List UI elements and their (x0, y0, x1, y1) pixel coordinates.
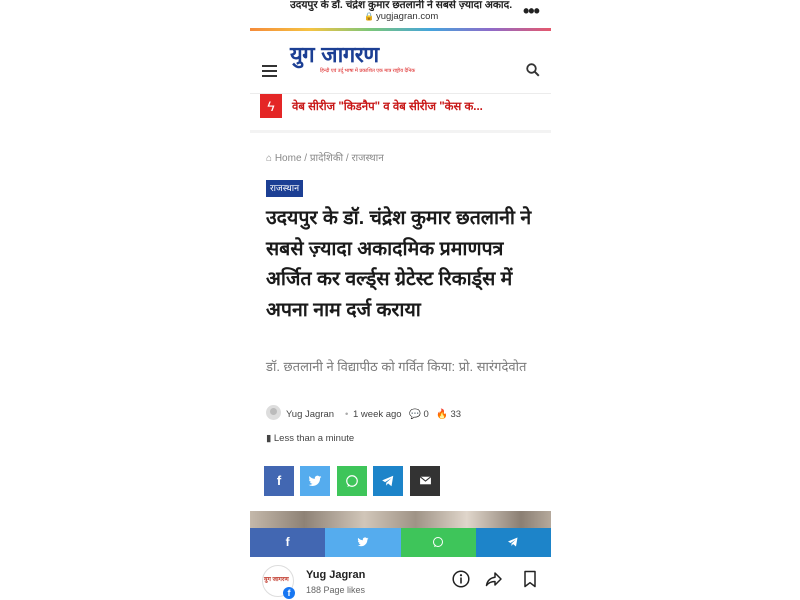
comments-number: 0 (423, 409, 429, 420)
breadcrumb-home[interactable]: Home (275, 153, 302, 164)
author-name[interactable]: Yug Jagran (286, 409, 334, 420)
page-name[interactable]: Yug Jagran (306, 569, 365, 581)
sticky-telegram-button[interactable] (475, 528, 551, 557)
phone-screen: ✕ उदयपुर के डॉ. चंद्रेश कुमार छतलानी ने … (250, 0, 551, 600)
more-options-icon[interactable]: ••• (523, 1, 540, 22)
fire-icon: 🔥 (436, 409, 448, 420)
article-meta: Yug Jagran • 1 week ago 💬 0 🔥 33 (266, 405, 546, 423)
telegram-share-button[interactable] (373, 466, 403, 496)
read-time: ▮ Less than a minute (266, 433, 354, 444)
logo-tagline: हिन्दी एवं उर्दू भाषा में प्रकाशित एक मा… (320, 68, 416, 74)
whatsapp-icon (346, 475, 358, 487)
breadcrumb-section[interactable]: प्रादेशिकी (310, 153, 343, 164)
logo-text: युग जागरण (290, 42, 379, 68)
publish-time: 1 week ago (353, 409, 402, 420)
telegram-icon (508, 537, 518, 547)
twitter-share-button[interactable] (300, 466, 330, 496)
site-header: युग जागरण हिन्दी एवं उर्दू भाषा में प्रक… (250, 36, 551, 92)
menu-icon[interactable] (262, 65, 277, 80)
breadcrumb: ⌂ Home / प्रादेशिकी / राजस्थान (266, 150, 384, 164)
lock-icon: 🔒 (364, 12, 374, 21)
read-time-text: Less than a minute (273, 433, 355, 444)
telegram-icon (382, 475, 394, 487)
breadcrumb-separator: / (345, 153, 349, 164)
whatsapp-icon (433, 537, 444, 547)
views-number: 33 (450, 409, 462, 420)
browser-bar: ✕ उदयपुर के डॉ. चंद्रेश कुमार छतलानी ने … (250, 0, 551, 28)
browser-url: 🔒 yugjagran.com (364, 11, 438, 22)
site-logo[interactable]: युग जागरण हिन्दी एवं उर्दू भाषा में प्रक… (290, 42, 416, 74)
sticky-twitter-button[interactable] (325, 528, 401, 557)
sticky-whatsapp-button[interactable] (400, 528, 476, 557)
breaking-news-text[interactable]: वेब सीरीज "किडनैप" व वेब सीरीज "केस क... (292, 99, 483, 114)
category-badge[interactable]: राजस्थान (266, 180, 304, 197)
article-title: उदयपुर के डॉ. चंद्रेश कुमार छतलानी ने सब… (266, 207, 532, 321)
breaking-news-ticker[interactable]: ϟ वेब सीरीज "किडनैप" व वेब सीरीज "केस क.… (260, 93, 541, 119)
envelope-icon (419, 476, 431, 485)
whatsapp-share-button[interactable] (337, 466, 367, 496)
colored-divider (250, 28, 551, 31)
page-likes: 188 Page likes (306, 585, 366, 595)
email-share-button[interactable] (410, 466, 440, 496)
lightning-icon: ϟ (260, 94, 282, 118)
save-bookmark-icon[interactable] (521, 570, 539, 588)
facebook-badge-icon: f (283, 587, 295, 599)
comment-icon: 💬 (409, 409, 421, 420)
breadcrumb-current: राजस्थान (351, 153, 384, 164)
share-icon[interactable] (485, 570, 503, 588)
views-count: 🔥 33 (436, 409, 461, 420)
facebook-icon: f (285, 535, 290, 549)
breadcrumb-separator: / (304, 153, 308, 164)
comments-count[interactable]: 💬 0 (409, 409, 429, 420)
sticky-share-bar: f (250, 528, 551, 557)
facebook-icon: f (276, 473, 282, 488)
bookmark-icon: ▮ (266, 433, 272, 444)
sticky-facebook-button[interactable]: f (250, 528, 326, 557)
article-subtitle: डॉ. छतलानी ने विद्यापीठ को गर्वित किया: … (266, 359, 527, 374)
article-image (250, 511, 551, 529)
search-icon[interactable] (526, 63, 540, 77)
author-avatar[interactable] (266, 405, 281, 420)
close-icon[interactable]: ✕ (250, 0, 255, 22)
facebook-page-footer: युग जागरण f Yug Jagran 188 Page likes (250, 557, 551, 600)
twitter-icon (308, 475, 322, 487)
home-icon: ⌂ (266, 153, 273, 164)
page-avatar-text: युग जागरण (264, 577, 289, 583)
section-separator (250, 130, 551, 133)
meta-dot: • (345, 409, 349, 420)
twitter-icon (357, 537, 369, 547)
facebook-share-button[interactable]: f (264, 466, 294, 496)
url-text: yugjagran.com (375, 11, 439, 22)
info-icon[interactable] (452, 570, 470, 588)
